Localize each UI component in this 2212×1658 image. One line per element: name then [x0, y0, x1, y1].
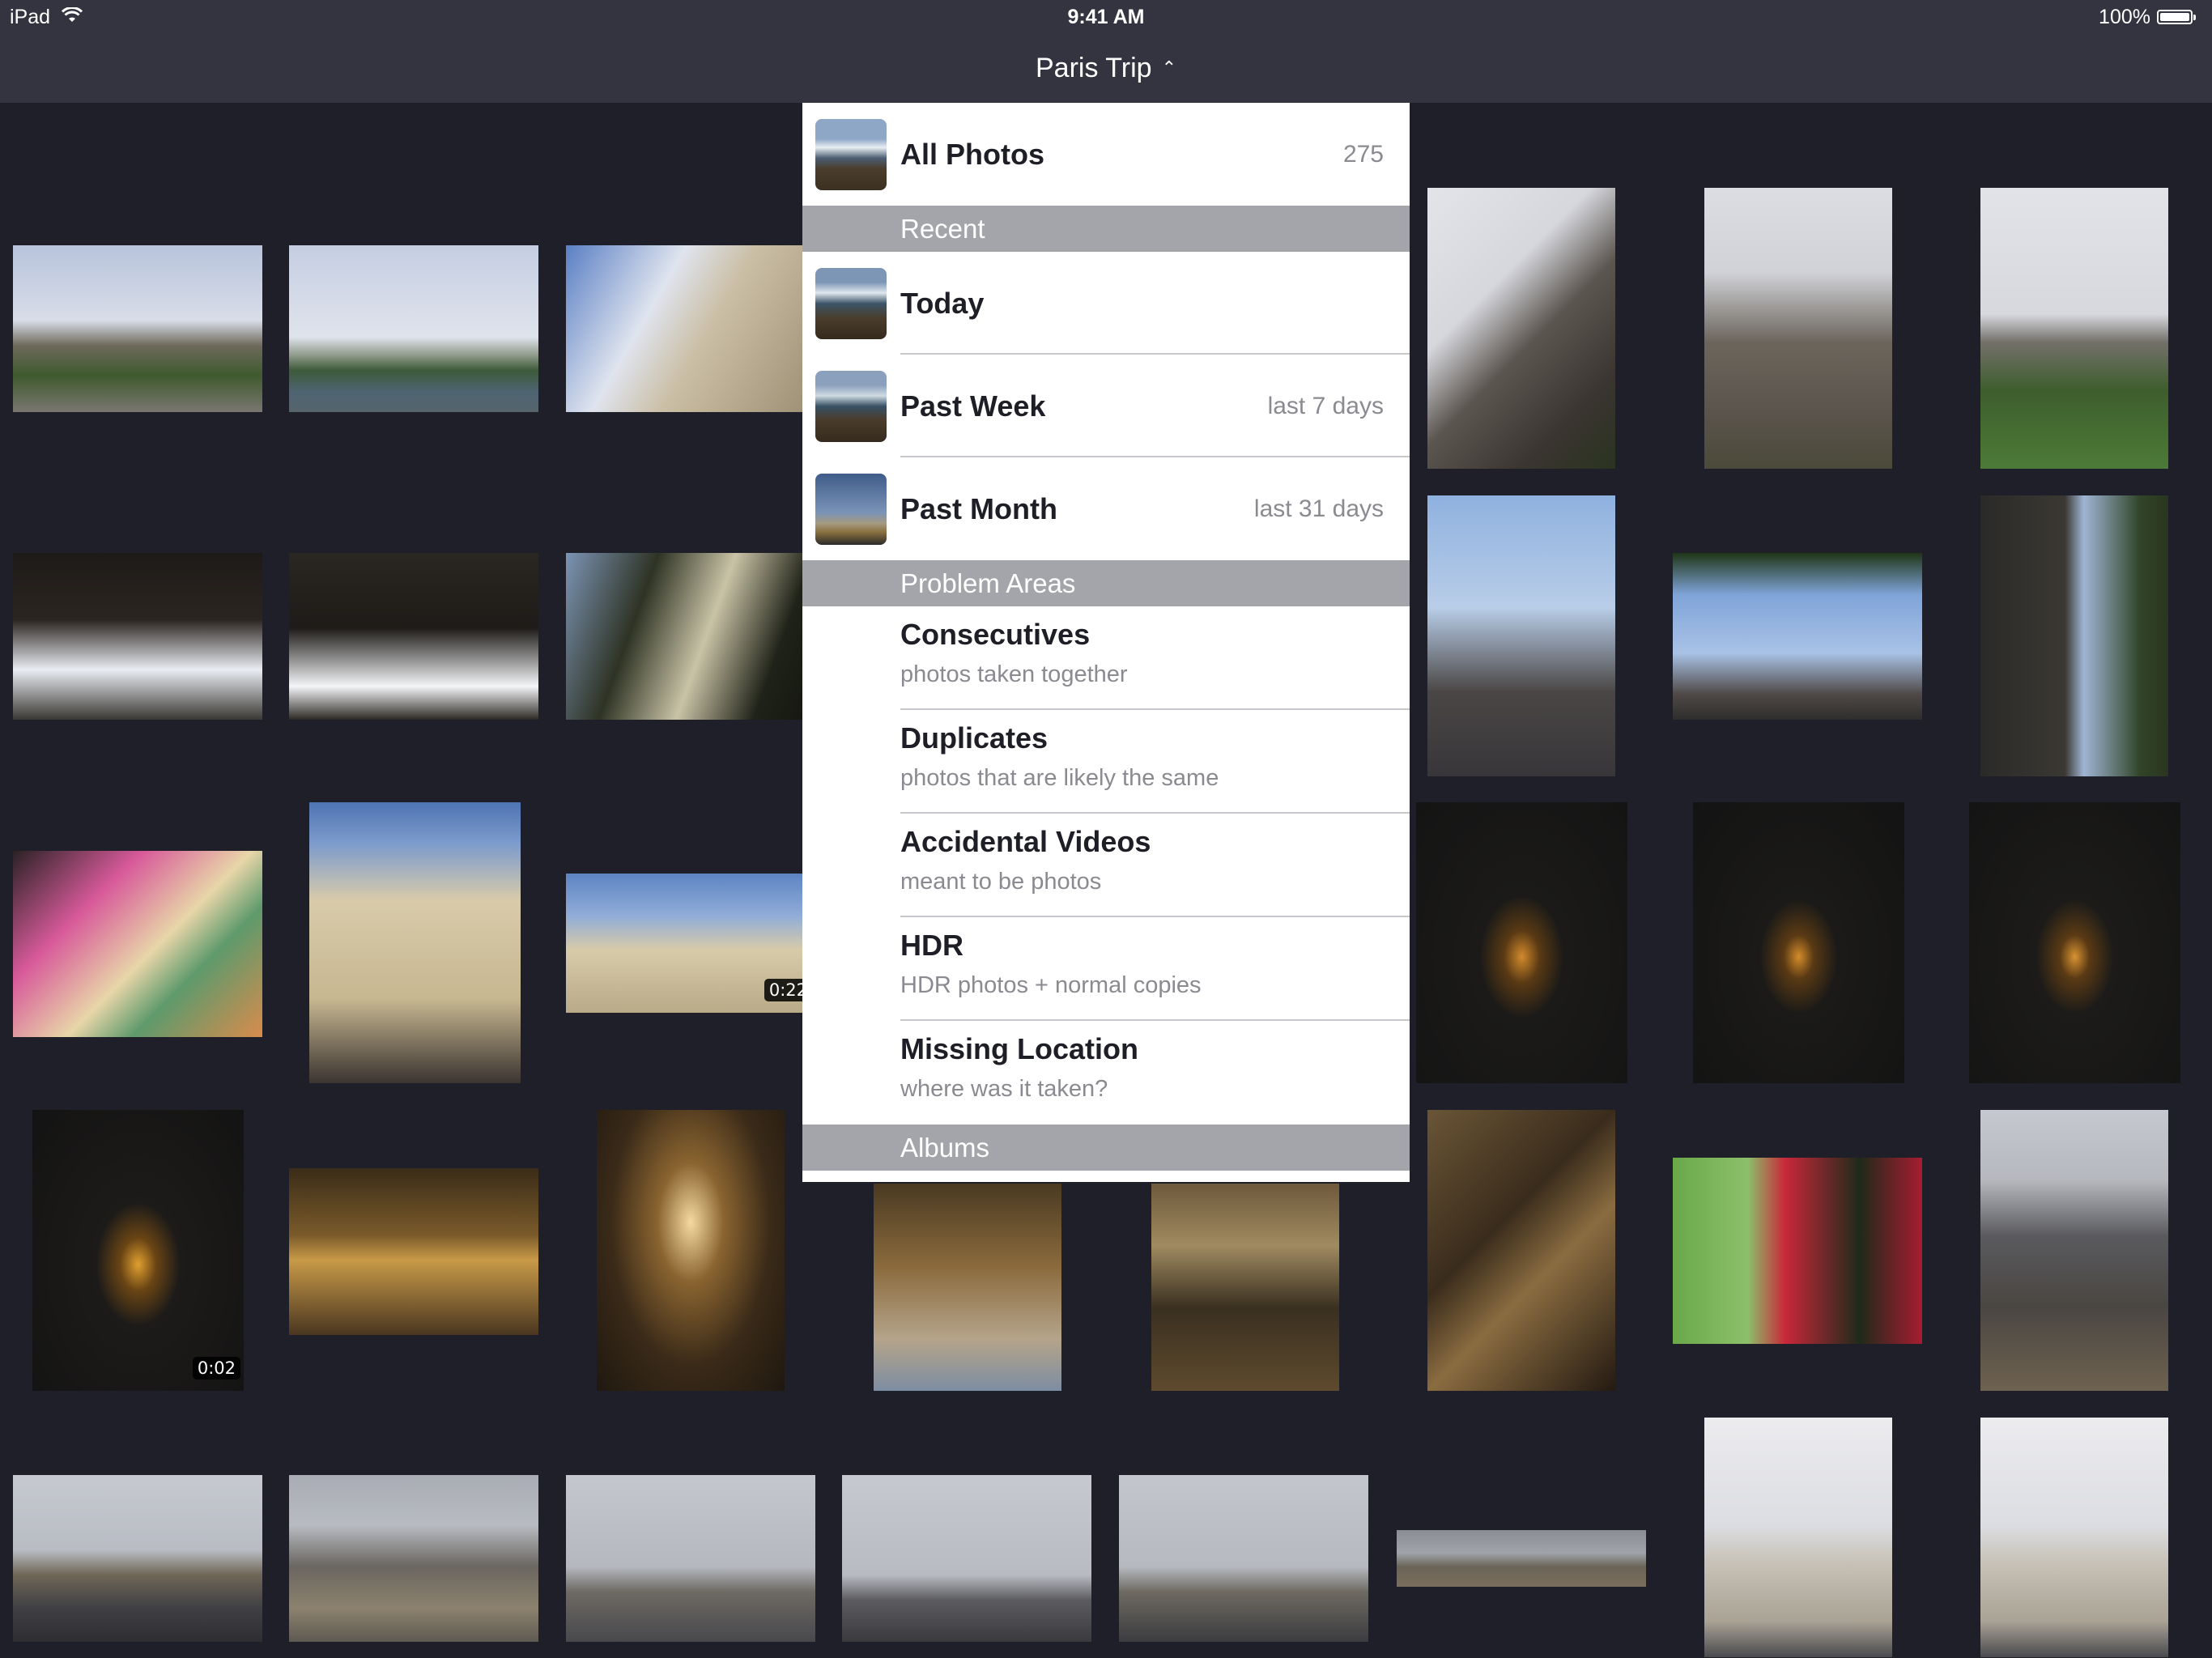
photo-thumbnail[interactable]	[1673, 553, 1922, 720]
menu-item-past-week[interactable]: Past Week last 7 days	[802, 355, 1410, 457]
album-picker-button[interactable]: Paris Trip ⌃	[0, 47, 2212, 89]
menu-item-label: Past Week	[900, 389, 1046, 423]
photo-thumbnail[interactable]	[1980, 495, 2168, 776]
section-header-recent: Recent	[802, 206, 1410, 252]
menu-item-missing-location[interactable]: Missing Location where was it taken?	[802, 1021, 1410, 1124]
menu-item-accidental-videos[interactable]: Accidental Videos meant to be photos	[802, 814, 1410, 917]
menu-item-subtitle: meant to be photos	[900, 869, 1102, 895]
photo-thumbnail[interactable]	[1704, 188, 1892, 469]
photo-thumbnail[interactable]	[13, 245, 262, 412]
photo-thumbnail[interactable]	[566, 1475, 815, 1642]
photo-thumbnail[interactable]	[1427, 495, 1615, 776]
photo-thumbnail[interactable]	[1693, 802, 1904, 1083]
photo-thumbnail[interactable]	[1980, 1418, 2168, 1657]
chevron-up-icon: ⌃	[1161, 57, 1177, 78]
menu-item-subtitle: photos taken together	[900, 661, 1128, 687]
photo-thumbnail[interactable]	[1151, 1184, 1339, 1391]
photo-thumbnail[interactable]	[289, 245, 538, 412]
photo-thumbnail[interactable]	[566, 553, 815, 720]
album-thumbnail	[815, 119, 887, 190]
photo-thumbnail[interactable]	[13, 1475, 262, 1642]
album-thumbnail	[815, 474, 887, 545]
video-thumbnail[interactable]: 0:22	[566, 874, 815, 1013]
battery-percent: 100%	[2099, 6, 2150, 28]
menu-item-title: Duplicates	[900, 721, 1049, 755]
menu-item-label: All Photos	[900, 138, 1044, 171]
photo-thumbnail[interactable]	[289, 553, 538, 720]
status-time: 9:41 AM	[1067, 6, 1145, 28]
photo-thumbnail[interactable]	[1416, 802, 1627, 1083]
photo-thumbnail[interactable]	[289, 1475, 538, 1642]
status-bar-right: 100%	[2099, 5, 2196, 29]
photo-thumbnail[interactable]	[13, 553, 262, 720]
section-header-problem-areas: Problem Areas	[802, 560, 1410, 606]
photo-thumbnail[interactable]	[1427, 188, 1615, 469]
menu-item-title: Consecutives	[900, 618, 1091, 651]
photo-thumbnail[interactable]	[309, 802, 521, 1083]
album-thumbnail	[815, 268, 887, 339]
photo-count: 275	[1342, 141, 1384, 168]
photo-thumbnail[interactable]	[289, 1168, 538, 1335]
battery-icon	[2157, 10, 2196, 24]
photo-thumbnail[interactable]	[1673, 1158, 1922, 1344]
photo-thumbnail[interactable]	[1980, 1110, 2168, 1391]
menu-item-detail: last 7 days	[1267, 393, 1384, 419]
album-dropdown-menu: All Photos 275 Recent Today Past Week la…	[802, 103, 1410, 1182]
menu-item-title: Missing Location	[900, 1032, 1139, 1065]
album-thumbnail	[815, 371, 887, 442]
menu-item-subtitle: photos that are likely the same	[900, 765, 1219, 791]
menu-item-label: Today	[900, 287, 985, 320]
photo-thumbnail[interactable]	[1704, 1418, 1892, 1657]
menu-item-label: Past Month	[900, 492, 1057, 525]
photo-thumbnail[interactable]	[1119, 1475, 1368, 1642]
menu-item-duplicates[interactable]: Duplicates photos that are likely the sa…	[802, 710, 1410, 814]
menu-item-subtitle: HDR photos + normal copies	[900, 972, 1202, 998]
menu-item-hdr[interactable]: HDR HDR photos + normal copies	[802, 917, 1410, 1021]
menu-item-title: HDR	[900, 929, 963, 962]
menu-item-all-photos[interactable]: All Photos 275	[802, 103, 1410, 206]
menu-item-detail: last 31 days	[1253, 495, 1384, 522]
menu-item-title: Accidental Videos	[900, 825, 1151, 858]
photo-thumbnail[interactable]	[597, 1110, 785, 1391]
photo-thumbnail[interactable]	[1397, 1530, 1646, 1587]
photo-thumbnail[interactable]	[566, 245, 815, 412]
photo-thumbnail[interactable]	[13, 851, 262, 1037]
photo-thumbnail[interactable]	[842, 1475, 1091, 1642]
video-thumbnail[interactable]: 0:02	[32, 1110, 244, 1391]
photo-thumbnail[interactable]	[1980, 188, 2168, 469]
menu-item-subtitle: where was it taken?	[900, 1076, 1108, 1102]
photo-thumbnail[interactable]	[874, 1184, 1061, 1391]
menu-item-today[interactable]: Today	[802, 252, 1410, 355]
album-title: Paris Trip	[1035, 53, 1152, 83]
photo-thumbnail[interactable]	[1427, 1110, 1615, 1391]
menu-item-past-month[interactable]: Past Month last 31 days	[802, 457, 1410, 560]
video-duration-badge: 0:02	[192, 1357, 240, 1380]
menu-item-consecutives[interactable]: Consecutives photos taken together	[802, 606, 1410, 710]
photo-thumbnail[interactable]	[1969, 802, 2180, 1083]
section-header-albums: Albums	[802, 1124, 1410, 1171]
top-bar: iPad 9:41 AM 100% Paris Trip ⌃	[0, 0, 2212, 103]
